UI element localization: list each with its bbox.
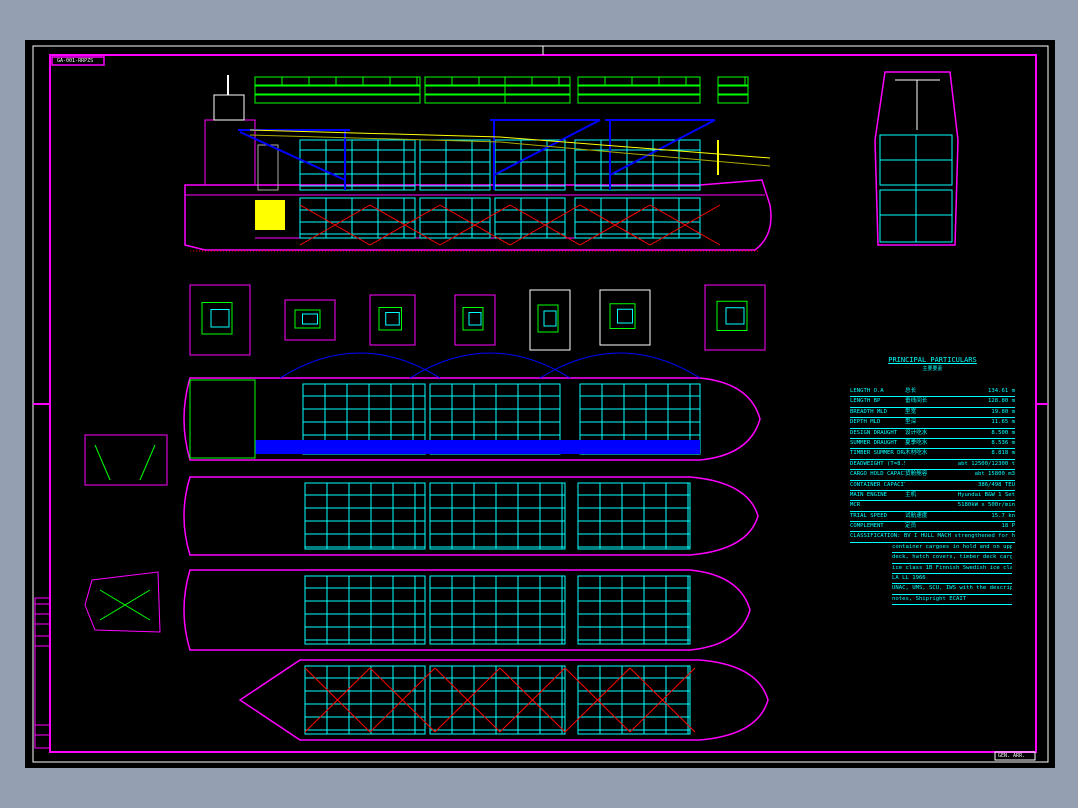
row-value: 8.536 m	[991, 439, 1015, 446]
row-cn: 垂线间长	[905, 398, 928, 405]
row-label: DESIGN DRAUGHT	[850, 429, 898, 436]
row-label: CARGO HOLD CAPACITY	[850, 471, 905, 478]
row-label: COMPLEMENT	[850, 523, 884, 530]
row-label: LENGTH O.A	[850, 388, 884, 394]
sheet-label: GEN. ARR.	[998, 753, 1026, 759]
row-value: 8.500 m	[991, 429, 1015, 436]
main-engine	[255, 200, 285, 230]
particulars-row: TRIAL SPEED 试航速度 15.7 kn	[850, 512, 1015, 523]
row-cn	[905, 501, 933, 510]
classification-line: deck, hatch covers, timber deck cargoes,	[892, 553, 1012, 564]
row-value: 128.80 m	[988, 398, 1015, 405]
particulars-row: MAIN ENGINE 主机 Hyundai B&W 1 Set	[850, 491, 1015, 502]
row-cn: 定员	[905, 523, 917, 530]
particulars-subheading: 主要要素	[922, 366, 943, 372]
row-cn: 货舱舱容	[905, 471, 928, 478]
row-value: 15.7 kn	[991, 512, 1015, 519]
row-cn	[905, 481, 933, 490]
title-label: GA-001-RRPZS	[57, 58, 94, 64]
row-cn: 设计吃水	[905, 429, 928, 436]
classification-line: container cargoes in hold and on upper	[892, 543, 1012, 554]
walkway	[255, 440, 700, 454]
particulars-row: COMPLEMENT 定员 18 P	[850, 522, 1015, 533]
row-value: 134.61 m	[988, 388, 1015, 394]
classification-line: notes, Shipright ECAIT	[892, 595, 1012, 606]
row-label: DEPTH MLD	[850, 419, 881, 426]
particulars-row: CARGO HOLD CAPACITY货舱舱容 abt 15800 m3	[850, 470, 1015, 481]
particulars-heading: PRINCIPAL PARTICULARS	[888, 356, 977, 364]
row-cn: 型宽	[905, 408, 917, 415]
row-value: 19.80 m	[991, 408, 1015, 415]
particulars-row: DEPTH MLD 型深 11.65 m	[850, 418, 1015, 429]
row-value: abt 12500/12300 t	[957, 460, 1015, 467]
row-value: 386/498 TEU	[977, 481, 1015, 488]
row-cn: 试航速度	[905, 512, 928, 519]
principal-particulars: PRINCIPAL PARTICULARS 主要要素 LENGTH O.A 总长 1…	[850, 356, 1015, 606]
particulars-row: SUMMER DRAUGHT 夏季吃水 8.536 m	[850, 439, 1015, 450]
row-value: 11.65 m	[991, 419, 1015, 426]
classification-line: LA LL 1966	[892, 574, 1012, 585]
classification-line: ice class 1B Finnish Swedish ice class r…	[892, 564, 1012, 575]
row-value: abt 15800 m3	[974, 471, 1015, 478]
particulars-row: MCR 5180kW x 500r/min	[850, 501, 1015, 512]
row-label: CONTAINER CAPACITY (Hold / Deck)	[850, 481, 905, 488]
row-value: 5180kW x 500r/min	[957, 502, 1015, 509]
row-cn: 总长	[905, 388, 917, 394]
particulars-row: DEADWEIGHT (T=8.536/8.500m) abt 12500/123…	[850, 460, 1015, 471]
particulars-row: LENGTH BP 垂线间长 128.80 m	[850, 397, 1015, 408]
row-value: 18 P	[1001, 523, 1015, 530]
row-cn: 木材吃水	[905, 450, 928, 457]
particulars-row: DESIGN DRAUGHT 设计吃水 8.500 m	[850, 429, 1015, 439]
row-label: MCR	[850, 502, 861, 509]
classification-line: UNAC, UMS, SCU, IWS with the descriptive	[892, 584, 1012, 595]
row-label: DEADWEIGHT (T=8.536/8.500m)	[850, 460, 905, 467]
row-label: BREADTH MLD	[850, 408, 888, 415]
row-value: 8.818 m	[991, 450, 1015, 457]
row-cn	[905, 460, 933, 469]
row-label: LENGTH BP	[850, 398, 881, 405]
row-cn: 主机	[905, 491, 917, 498]
particulars-row: LENGTH O.A 总长 134.61 m	[850, 387, 1015, 398]
row-label: SUMMER DRAUGHT	[850, 439, 898, 446]
row-label: TIMBER SUMMER DRAUGHT	[850, 450, 905, 457]
row-label: MAIN ENGINE	[850, 491, 888, 498]
row-value: Hyundai B&W 1 Set	[957, 491, 1015, 498]
particulars-row: TIMBER SUMMER DRAUGHT木材吃水 8.818 m	[850, 449, 1015, 460]
classification-notes: CLASSIFICATION: BV I HULL MACH strengthe…	[850, 532, 1015, 606]
row-cn: 夏季吃水	[905, 439, 928, 446]
row-cn: 型深	[905, 419, 917, 426]
particulars-row: BREADTH MLD 型宽 19.80 m	[850, 408, 1015, 419]
particulars-row: CONTAINER CAPACITY (Hold / Deck) 386/498 …	[850, 481, 1015, 491]
classification-line: CLASSIFICATION: BV I HULL MACH strengthe…	[850, 532, 1015, 543]
row-label: TRIAL SPEED	[850, 512, 888, 519]
